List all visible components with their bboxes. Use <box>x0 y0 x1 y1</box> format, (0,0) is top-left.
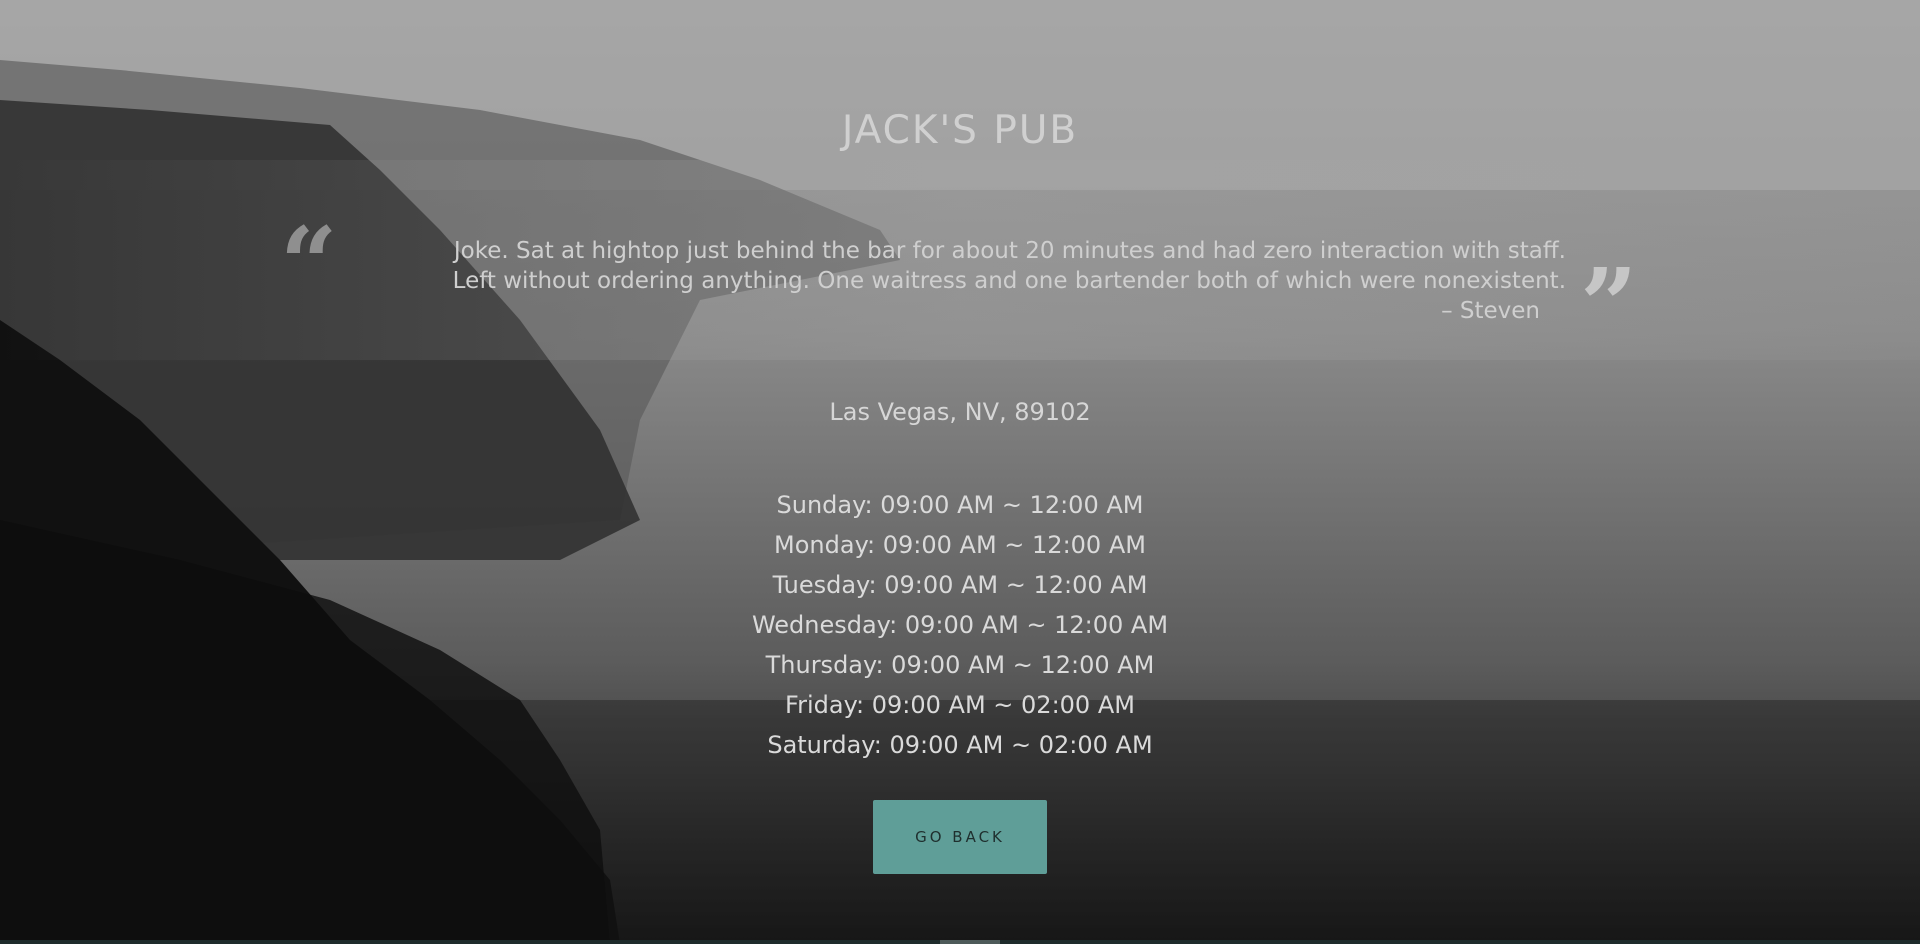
page-title: JACK'S PUB <box>841 108 1079 154</box>
address: Las Vegas, NV, 89102 <box>829 398 1091 426</box>
page-root: JACK'S PUB “ Joke. Sat at hightop just b… <box>0 0 1920 944</box>
review-text-line: Left without ordering anything. One wait… <box>452 268 1566 294</box>
hours-item: Saturday: 09:00 AM ~ 02:00 AM <box>767 731 1153 759</box>
review-author: – Steven <box>1441 298 1540 324</box>
go-back-button[interactable]: GO BACK <box>873 800 1047 874</box>
open-quote-icon: “ <box>280 205 338 323</box>
main-content: JACK'S PUB “ Joke. Sat at hightop just b… <box>0 0 1920 944</box>
bottom-tab-indicator <box>940 940 1000 944</box>
hours-item: Friday: 09:00 AM ~ 02:00 AM <box>785 691 1135 719</box>
review-text: Joke. Sat at hightop just behind the bar… <box>340 236 1566 296</box>
review-text-line: Joke. Sat at hightop just behind the bar… <box>453 238 1566 264</box>
opening-hours-list: Sunday: 09:00 AM ~ 12:00 AM Monday: 09:0… <box>0 488 1920 768</box>
hours-item: Thursday: 09:00 AM ~ 12:00 AM <box>765 651 1155 679</box>
hours-item: Monday: 09:00 AM ~ 12:00 AM <box>774 531 1146 559</box>
hours-item: Sunday: 09:00 AM ~ 12:00 AM <box>776 491 1144 519</box>
hours-item: Tuesday: 09:00 AM ~ 12:00 AM <box>772 571 1148 599</box>
close-quote-icon: ” <box>1580 246 1638 364</box>
hours-item: Wednesday: 09:00 AM ~ 12:00 AM <box>751 611 1169 639</box>
